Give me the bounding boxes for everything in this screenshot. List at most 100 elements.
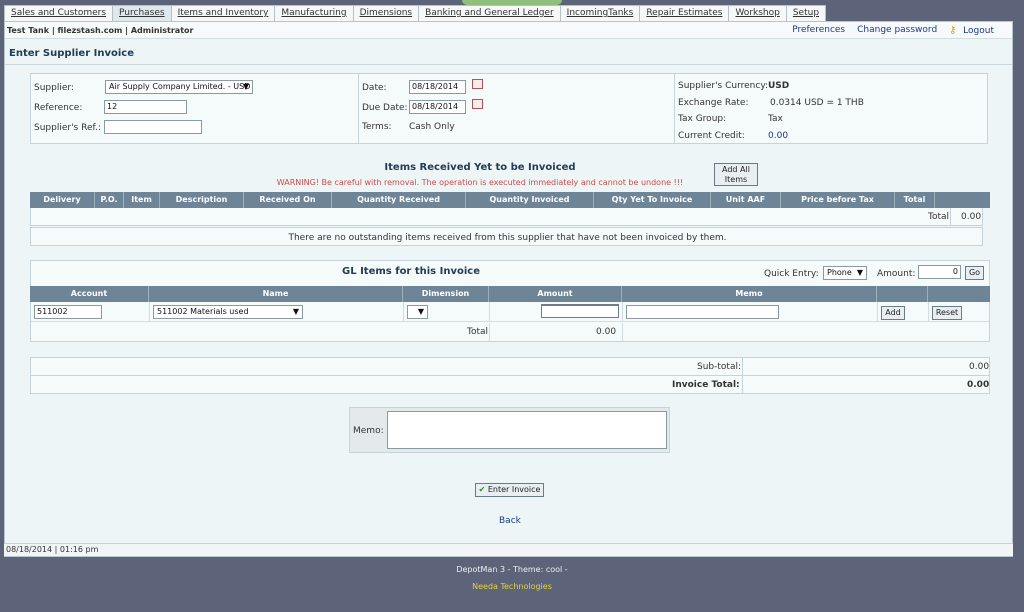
tab-repair-estimates[interactable]: Repair Estimates: [639, 5, 730, 21]
main-panel: Test Tank | filezstash.com | Administrat…: [4, 21, 1013, 557]
received-table-header: Delivery P.O. Item Description Received …: [30, 192, 990, 208]
column-memo: Memo: [622, 286, 877, 302]
account-input[interactable]: 511002: [34, 305, 102, 319]
chevron-down-icon: ▼: [856, 268, 863, 277]
exchange-rate-value: 0.0314 USD = 1 THB: [770, 98, 864, 108]
column-quantity-received: Quantity Received: [332, 192, 466, 208]
column-quantity-invoiced: Quantity Invoiced: [466, 192, 594, 208]
column-description: Description: [160, 192, 244, 208]
column-dimension: Dimension: [403, 286, 489, 302]
tab-dimensions[interactable]: Dimensions: [352, 5, 420, 21]
subtotal-label: Sub-total:: [697, 362, 741, 372]
received-total-value: 0.00: [961, 212, 982, 222]
tab-manufacturing[interactable]: Manufacturing: [274, 5, 354, 21]
quick-entry-label: Quick Entry:: [764, 269, 819, 279]
footer-theme: DepotMan 3 - Theme: cool -: [456, 565, 568, 574]
invoice-total-value: 0.00: [967, 380, 990, 390]
gl-total-row: Total 0.00: [31, 323, 989, 341]
info-bar: Test Tank | filezstash.com | Administrat…: [5, 22, 1012, 39]
column-unit-aaf: Unit AAF: [711, 192, 781, 208]
totals-box: Sub-total: 0.00 Invoice Total: 0.00: [30, 357, 990, 394]
currency-label: Supplier's Currency:: [678, 81, 769, 91]
dimension-select[interactable]: ▼: [407, 305, 428, 319]
tab-sales-and-customers[interactable]: Sales and Customers: [4, 5, 114, 21]
suppliers-ref-input[interactable]: [104, 120, 202, 134]
tab-purchases[interactable]: Purchases: [112, 5, 172, 21]
chevron-down-icon: ▼: [292, 307, 299, 316]
gl-title: GL Items for this Invoice: [342, 266, 480, 277]
chevron-down-icon: ▼: [417, 307, 424, 316]
column-item: Item: [124, 192, 160, 208]
add-all-items-button[interactable]: Add All Items: [714, 163, 758, 186]
gl-entry-row: 511002 511002 Materials used ▼ ▼ Add Rese…: [31, 302, 989, 322]
currency-value: USD: [768, 81, 790, 91]
chevron-down-icon: ▼: [242, 82, 249, 91]
current-credit-value: 0.00: [768, 131, 789, 141]
quick-entry-amount-label: Amount:: [877, 269, 916, 279]
gl-total-label: Total: [467, 327, 489, 337]
tax-group-label: Tax Group:: [678, 114, 727, 124]
reference-input[interactable]: 12: [104, 100, 187, 114]
tab-banking-and-general-ledger[interactable]: Banking and General Ledger: [418, 5, 561, 21]
status-bar: 08/18/2014 | 01:16 pm: [4, 543, 1013, 556]
memo-line-input[interactable]: [626, 305, 779, 319]
column-qty-yet-to-invoice: Qty Yet To Invoice: [594, 192, 711, 208]
change-password-link[interactable]: Change password: [857, 25, 937, 36]
received-total-row: Total 0.00: [30, 208, 983, 226]
date-input[interactable]: 08/18/2014: [409, 80, 466, 94]
reset-button[interactable]: Reset: [932, 306, 962, 320]
invoice-header-box: Supplier: Air Supply Company Limited. - …: [30, 73, 988, 144]
column-name: Name: [149, 286, 403, 302]
received-total-label: Total: [928, 212, 950, 222]
invoice-total-label: Invoice Total:: [672, 380, 740, 390]
exchange-rate-label: Exchange Rate:: [678, 98, 749, 108]
tax-group-value: Tax: [768, 114, 783, 124]
supplier-label: Supplier:: [34, 83, 74, 93]
check-icon: ✔: [478, 485, 486, 494]
column-blank-2: [928, 286, 990, 302]
received-empty-row: There are no outstanding items received …: [30, 227, 983, 246]
column-blank-1: [877, 286, 928, 302]
column-total: Total: [895, 192, 935, 208]
key-icon: ⚷: [949, 25, 957, 36]
due-date-label: Due Date:: [362, 103, 408, 113]
column-amount: Amount: [489, 286, 622, 302]
enter-invoice-button[interactable]: ✔ Enter Invoice: [475, 483, 544, 497]
terms-value: Cash Only: [409, 122, 455, 132]
memo-textarea[interactable]: [387, 411, 667, 449]
quick-entry-select[interactable]: Phone ▼: [823, 266, 867, 280]
calendar-icon[interactable]: [472, 79, 483, 89]
add-button[interactable]: Add: [881, 306, 905, 320]
received-empty-message: There are no outstanding items received …: [288, 233, 727, 243]
subtotal-value: 0.00: [969, 362, 990, 372]
date-label: Date:: [362, 83, 387, 93]
back-link[interactable]: Back: [499, 516, 521, 526]
quick-entry-amount-input[interactable]: 0: [918, 265, 961, 279]
column-received-on: Received On: [244, 192, 332, 208]
go-button[interactable]: Go: [965, 266, 984, 280]
column-delivery: Delivery: [30, 192, 95, 208]
account-name-select[interactable]: 511002 Materials used ▼: [153, 305, 303, 319]
tab-workshop[interactable]: Workshop: [728, 5, 787, 21]
user-links: Preferences Change password ⚷ Logout: [792, 25, 994, 36]
page-title: Enter Supplier Invoice: [9, 48, 134, 59]
gl-table-header: Account Name Dimension Amount Memo: [30, 286, 990, 302]
company-info: Test Tank | filezstash.com | Administrat…: [7, 26, 194, 35]
preferences-link[interactable]: Preferences: [792, 25, 845, 36]
column-po: P.O.: [95, 192, 124, 208]
column-price-before-tax: Price before Tax: [781, 192, 895, 208]
suppliers-ref-label: Supplier's Ref.:: [34, 123, 101, 133]
memo-box: Memo:: [349, 407, 670, 453]
supplier-select[interactable]: Air Supply Company Limited. - USD ▼: [105, 80, 253, 94]
main-tabs: Sales and Customers Purchases Items and …: [4, 5, 827, 21]
amount-input[interactable]: [541, 304, 619, 318]
calendar-icon[interactable]: [472, 99, 483, 109]
logout-link[interactable]: ⚷ Logout: [949, 25, 994, 36]
tab-items-and-inventory[interactable]: Items and Inventory: [170, 5, 276, 21]
received-title: Items Received Yet to be Invoiced: [384, 162, 576, 173]
due-date-input[interactable]: 08/18/2014: [409, 100, 466, 114]
tab-incoming-tanks[interactable]: IncomingTanks: [559, 5, 641, 21]
footer-company[interactable]: Needa Technologies: [0, 582, 1024, 591]
tab-setup[interactable]: Setup: [785, 5, 827, 21]
reference-label: Reference:: [34, 103, 83, 113]
